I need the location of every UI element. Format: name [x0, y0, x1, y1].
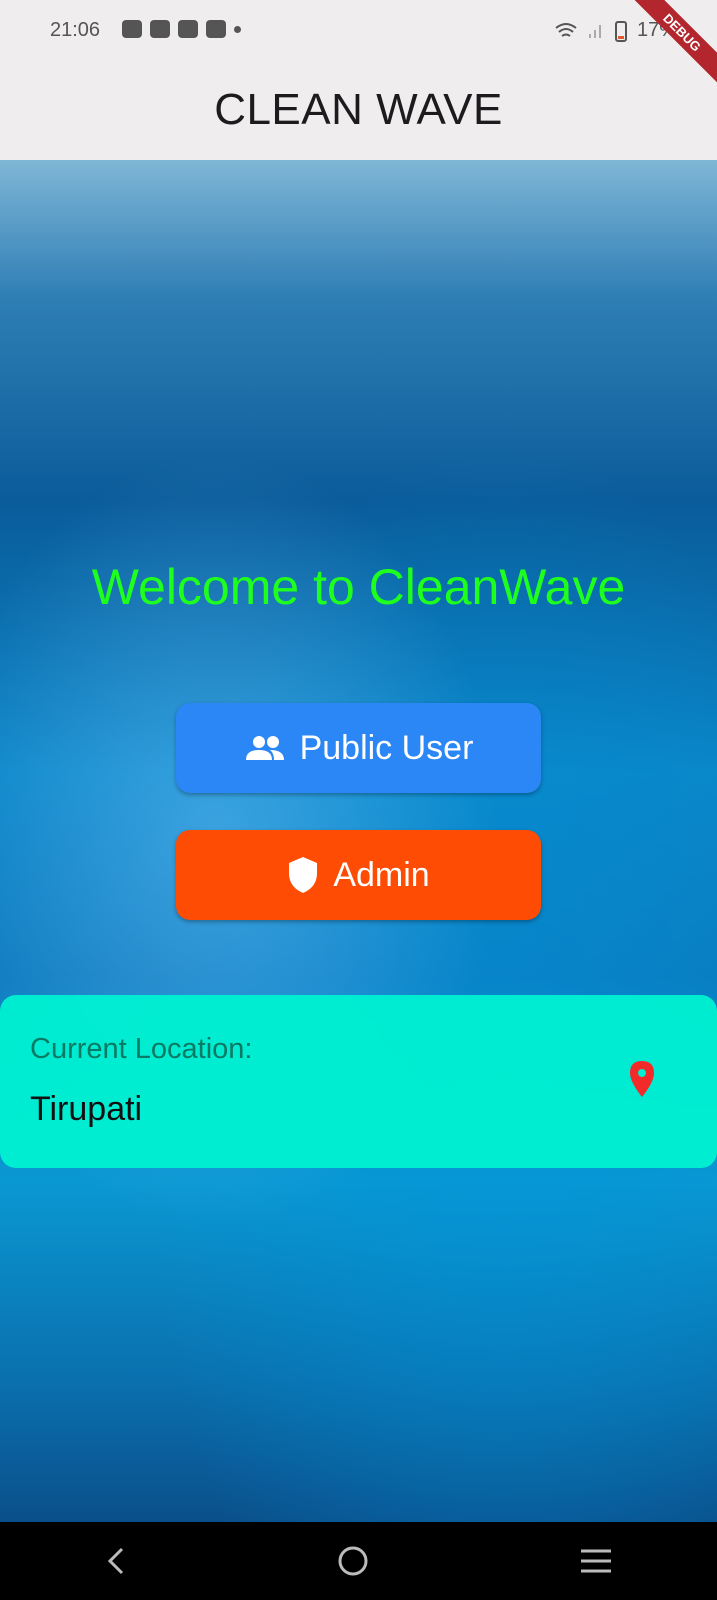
- back-icon[interactable]: [104, 1546, 128, 1576]
- status-bar: 21:06 17%: [0, 0, 717, 60]
- people-icon: [245, 736, 284, 760]
- menu-icon[interactable]: [579, 1547, 613, 1575]
- welcome-heading: Welcome to CleanWave: [91, 559, 626, 615]
- location-label: Current Location:: [30, 1033, 253, 1065]
- youtube-icon: [178, 20, 198, 38]
- shopping-bag-icon: [122, 20, 142, 38]
- location-pin-icon[interactable]: [629, 1060, 655, 1098]
- location-value: Tirupati: [30, 1090, 143, 1128]
- wifi-icon: [555, 22, 577, 37]
- location-card: Current Location: Tirupati: [0, 995, 717, 1168]
- app-bar: CLEAN WAVE: [0, 60, 717, 160]
- navigation-bar: [0, 1522, 717, 1600]
- home-icon[interactable]: [336, 1544, 370, 1578]
- more-dot-icon: [234, 25, 241, 33]
- youtube-icon: [150, 20, 170, 38]
- admin-button[interactable]: Admin: [176, 830, 541, 920]
- shield-icon: [289, 857, 318, 893]
- status-time: 21:06: [50, 19, 101, 41]
- public-user-button[interactable]: Public User: [176, 703, 541, 793]
- notification-icons: [122, 20, 241, 38]
- battery-icon: [614, 20, 627, 42]
- admin-label: Admin: [333, 855, 430, 894]
- signal-icon: [588, 24, 601, 38]
- public-user-label: Public User: [299, 728, 474, 767]
- app-title: CLEAN WAVE: [214, 85, 503, 134]
- youtube-icon: [206, 20, 226, 38]
